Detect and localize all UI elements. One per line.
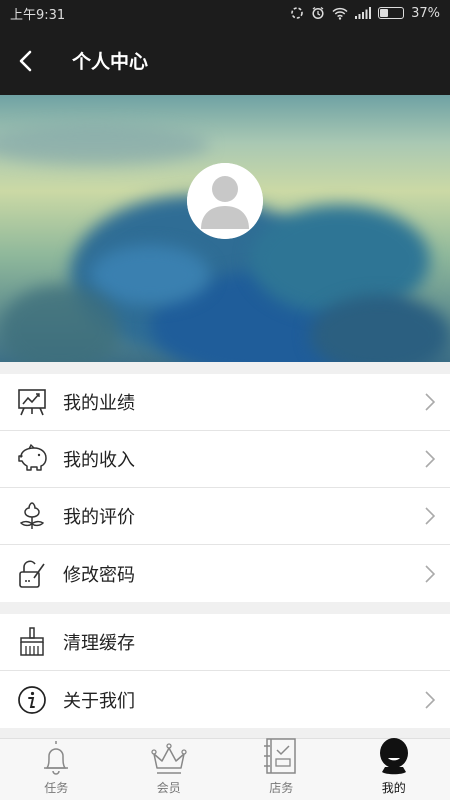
back-button[interactable] <box>0 26 52 95</box>
status-icons: 37% <box>290 6 440 21</box>
menu-label-reviews: 我的评价 <box>63 507 135 528</box>
menu-group-system: 清理缓存 关于我们 <box>0 614 450 728</box>
chevron-right-icon <box>410 507 450 525</box>
menu-label-performance: 我的业绩 <box>63 393 135 414</box>
tab-members[interactable]: 会员 <box>113 739 226 800</box>
chevron-right-icon <box>410 450 450 468</box>
notebook-icon <box>263 736 299 776</box>
menu-label-clear-cache: 清理缓存 <box>63 633 135 654</box>
sync-icon <box>290 6 304 20</box>
broom-icon <box>14 624 50 660</box>
tab-label-store: 店务 <box>269 781 294 795</box>
bell-icon <box>41 738 71 776</box>
crown-icon <box>149 739 189 776</box>
tab-label-tasks: 任务 <box>44 781 69 795</box>
menu-item-income[interactable]: 我的收入 <box>0 431 450 488</box>
menu-label-income: 我的收入 <box>63 450 135 471</box>
battery-icon <box>378 7 405 19</box>
avatar[interactable] <box>187 163 263 239</box>
chevron-left-icon <box>19 50 32 71</box>
tab-tasks[interactable]: 任务 <box>0 739 113 800</box>
menu-label-about-us: 关于我们 <box>63 690 135 712</box>
tab-store[interactable]: 店务 <box>225 736 338 800</box>
app-header: 个人中心 <box>0 26 450 95</box>
user-icon <box>377 736 411 776</box>
chevron-right-icon <box>410 690 450 709</box>
default-avatar-icon <box>187 163 263 239</box>
info-icon <box>14 682 50 718</box>
tab-label-me: 我的 <box>381 781 406 795</box>
battery-percent: 37% <box>411 5 440 21</box>
piggy-bank-icon <box>14 441 50 477</box>
menu-item-reviews[interactable]: 我的评价 <box>0 488 450 545</box>
menu-item-change-password[interactable]: 修改密码 <box>0 545 450 602</box>
battery-level <box>380 9 389 17</box>
menu-item-about-us[interactable]: 关于我们 <box>0 671 450 728</box>
chevron-right-icon <box>410 564 450 583</box>
menu-item-performance[interactable]: 我的业绩 <box>0 374 450 431</box>
performance-chart-icon <box>14 384 50 420</box>
bottom-tab-bar: 任务 会员 店务 我的 <box>0 738 450 800</box>
signal-icon <box>355 7 372 19</box>
chevron-right-icon <box>410 393 450 411</box>
alarm-icon <box>311 6 325 20</box>
flower-icon <box>14 498 50 534</box>
tab-label-members: 会员 <box>156 781 181 795</box>
status-bar: 上午9:31 37% <box>0 0 450 26</box>
page-title: 个人中心 <box>72 51 149 73</box>
tab-me[interactable]: 我的 <box>338 736 450 800</box>
menu-item-clear-cache[interactable]: 清理缓存 <box>0 614 450 671</box>
menu-group-account: 我的业绩 我的收入 我的评价 修改密码 <box>0 374 450 602</box>
menu-label-change-password: 修改密码 <box>63 564 135 586</box>
wifi-icon <box>332 7 348 20</box>
lock-icon <box>14 556 50 592</box>
status-time: 上午9:31 <box>10 7 66 23</box>
